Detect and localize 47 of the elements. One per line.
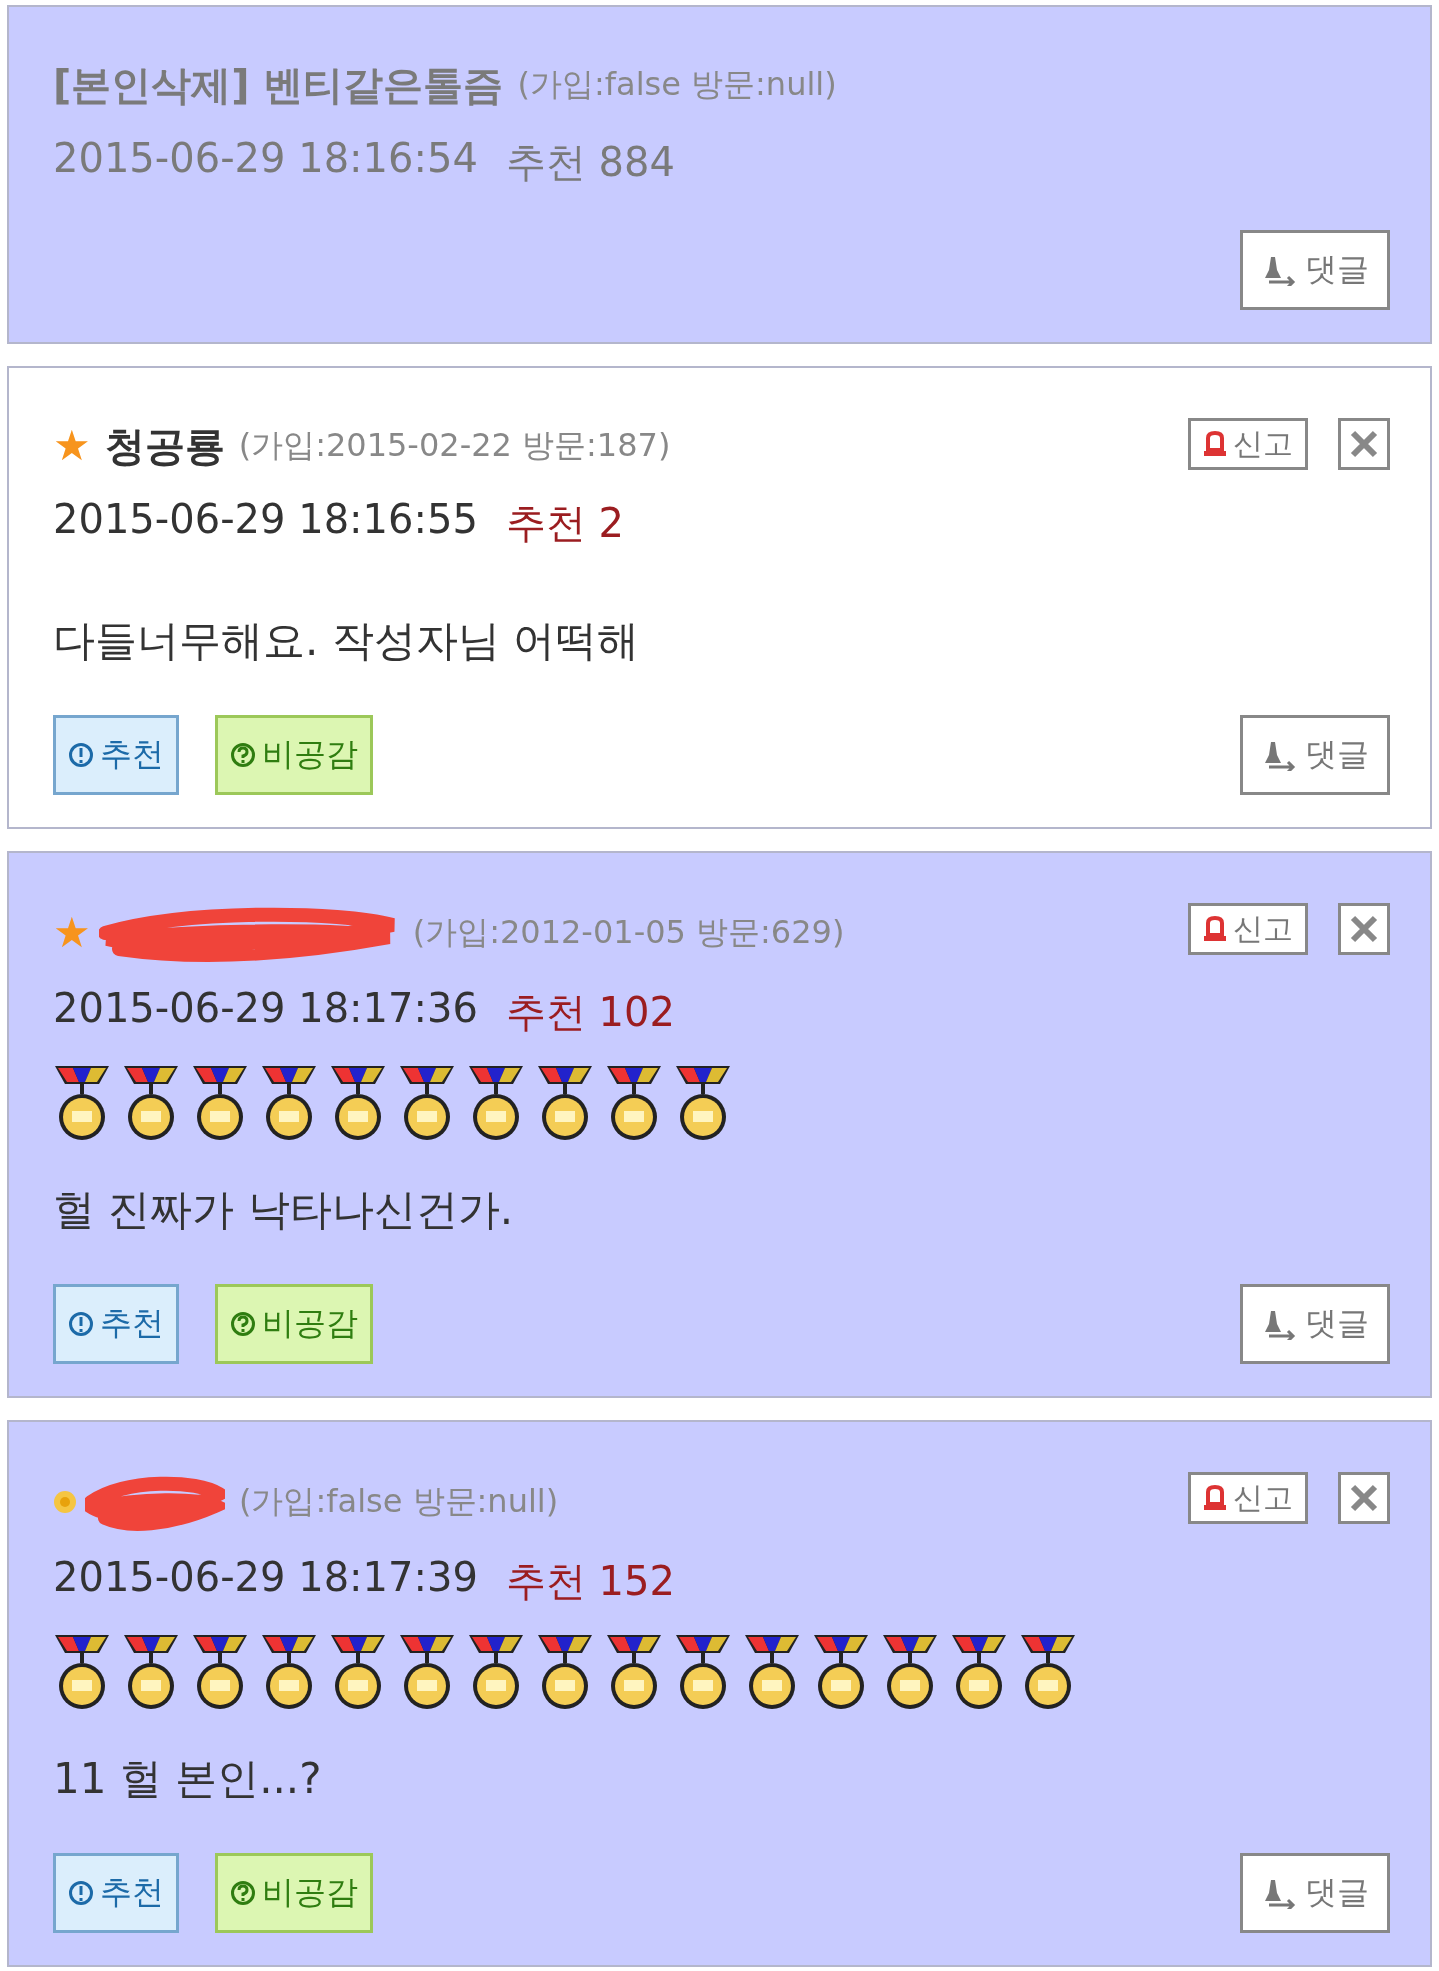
comment-text: 다들너무해요. 작성자님 어떡해 — [53, 615, 641, 667]
post-date: 2015-06-29 18:17:36 — [53, 985, 478, 1033]
exclamation-icon — [68, 1880, 94, 1906]
dislike-button[interactable]: 비공감 — [215, 1853, 373, 1933]
recommend-count: 추천 884 — [505, 138, 675, 187]
report-button[interactable]: 신고 — [1188, 418, 1308, 470]
report-button[interactable]: 신고 — [1188, 1472, 1308, 1524]
report-button[interactable]: 신고 — [1188, 903, 1308, 955]
recommend-count: 추천 102 — [505, 988, 675, 1037]
comment-text: 헐 진짜가 낙타나신건가. — [53, 1184, 515, 1236]
post-date: 2015-06-29 18:16:55 — [53, 496, 478, 544]
recommend-button[interactable]: 추천 — [53, 1853, 179, 1933]
member-info: (가입:2012-01-05 방문:629) — [412, 912, 845, 953]
close-icon — [1349, 914, 1379, 944]
recommend-count: 추천 152 — [505, 1557, 675, 1606]
close-icon — [1349, 429, 1379, 459]
post-date: 2015-06-29 18:17:39 — [53, 1554, 478, 1602]
siren-icon — [1203, 915, 1227, 943]
post-date: 2015-06-29 18:16:54 — [53, 135, 478, 183]
question-icon — [230, 742, 256, 768]
close-icon — [1349, 1483, 1379, 1513]
author-name: [본인삭제] 벤티같은톨즘 — [53, 60, 504, 110]
star-symbol: ★ — [53, 912, 91, 954]
dislike-button[interactable]: 비공감 — [215, 1284, 373, 1364]
reply-button[interactable]: 댓글 — [1240, 715, 1390, 795]
comment-text: 11 헐 본인...? — [53, 1753, 323, 1805]
exclamation-icon — [68, 742, 94, 768]
member-info: (가입:false 방문:null) — [517, 64, 837, 105]
member-info: (가입:2015-02-22 방문:187) — [238, 425, 671, 466]
member-info: (가입:false 방문:null) — [239, 1481, 559, 1522]
recommend-button[interactable]: 추천 — [53, 715, 179, 795]
siren-icon — [1203, 1484, 1227, 1512]
close-button[interactable] — [1338, 418, 1390, 470]
siren-icon — [1203, 430, 1227, 458]
question-icon — [230, 1880, 256, 1906]
close-button[interactable] — [1338, 903, 1390, 955]
reply-button[interactable]: 댓글 — [1240, 230, 1390, 310]
exclamation-icon — [68, 1311, 94, 1337]
dislike-button[interactable]: 비공감 — [215, 715, 373, 795]
author-name: 청공룡 — [104, 421, 225, 471]
question-icon — [230, 1311, 256, 1337]
close-button[interactable] — [1338, 1472, 1390, 1524]
recommend-count: 추천 2 — [505, 499, 624, 548]
recommend-button[interactable]: 추천 — [53, 1284, 179, 1364]
reply-button[interactable]: 댓글 — [1240, 1853, 1390, 1933]
reply-button[interactable]: 댓글 — [1240, 1284, 1390, 1364]
star-symbol: ★ — [53, 425, 91, 467]
